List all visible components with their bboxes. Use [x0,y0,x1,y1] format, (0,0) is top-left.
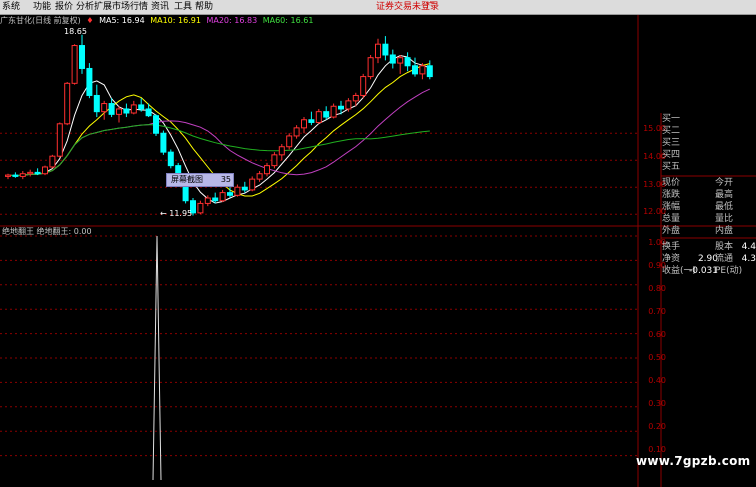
candle-body [301,119,307,129]
price-legend: 广东甘化(日线 前复权) ♦ MA5: 16.94 MA10: 16.91 MA… [0,15,316,27]
candle-body [219,192,226,202]
quote-row-outer: 外盘 内盘 [662,226,734,236]
candle-body [293,127,300,137]
menu-item-tools[interactable]: 工具 [174,1,192,13]
menu-item-function[interactable]: 功能 [33,1,51,13]
indicator-tick: 0.30 [648,399,666,408]
candle-body [71,45,78,84]
ma20-line [7,88,431,177]
candle-body [404,57,411,67]
candle-body [286,135,293,148]
candle-body [264,165,270,175]
candle-body [204,197,211,204]
candle-body [382,43,389,56]
indicator-tick: 0.70 [648,307,666,316]
indicator-tick: 0.50 [648,353,666,362]
candle-body [5,174,11,177]
indicator-tick: 0.60 [648,330,666,339]
candle-body [271,154,278,167]
indicator-title: 绝地翻王 绝地翻王: 0.00 [2,227,92,236]
watermark: www.7gpzb.com [636,454,751,468]
chart-grid [0,15,756,487]
candle-body [308,119,315,123]
candle-body [160,132,167,153]
candle-body [34,171,41,175]
candle-body [27,171,34,175]
candle-body [153,115,159,134]
candle-body [64,82,71,125]
candle-body [323,111,330,118]
candle-body [389,54,396,64]
chart-title: 广东甘化(日线 前复权) [0,16,81,25]
candle-body [278,146,285,156]
candle-body [212,197,219,202]
candle-body [123,108,130,114]
bid-row-5[interactable]: 买五 [661,161,756,174]
candle-body [138,104,145,110]
candle-body [249,178,256,191]
candle-body [360,76,367,96]
low-price-label: ← 11.95 [160,209,193,218]
menu-item-analysis[interactable]: 分析 [76,1,94,13]
candle-body [19,173,26,177]
candle-body [330,105,337,118]
ma5-label: MA5: 16.94 [99,16,145,25]
candle-body [338,105,344,110]
menu-item-system[interactable]: 系统 [2,1,20,13]
candle-body [56,123,63,157]
candle-body [130,104,137,114]
candle-body [12,174,19,177]
menu-item-help[interactable]: 帮助 [195,1,213,13]
tooltip-label: 屏幕截图 [171,175,203,184]
ma10-label: MA10: 16.91 [150,16,201,25]
candle-body [197,202,204,214]
high-price-label: 18.65 [64,27,87,36]
candle-body [241,186,248,191]
candle-body [227,192,233,196]
candle-body [419,65,426,75]
indicator-tick: 0.80 [648,284,666,293]
candle-body [167,151,174,167]
menu-bar: 系统 功能 报价 分析 扩展市场行情 资讯 工具 帮助 证券交易未登录 广 [0,0,756,15]
candle-body [315,111,322,123]
candle-body [397,57,404,64]
candle-body [42,166,48,175]
indicator-tick: 0.10 [648,445,666,454]
candle-body [352,94,359,102]
menu-item-extended-market[interactable]: 扩展市场行情 [94,1,148,13]
candle-body [93,94,100,113]
ma60-line [7,124,430,177]
stat-row-earnings: 收益(一) -0.031 PE(动) [662,266,743,276]
ma60-label: MA60: 16.61 [262,16,314,25]
ma20-label: MA20: 16.83 [206,16,258,25]
candle-body [367,57,374,78]
candle-body [86,67,93,96]
candle-body [234,186,241,196]
candle-body [426,65,433,78]
menu-corner-text: 广 [426,2,436,12]
menu-item-quote[interactable]: 报价 [55,1,73,13]
candle-body [116,108,122,115]
menu-item-news[interactable]: 资讯 [151,1,169,13]
indicator-tick: 0.20 [648,422,666,431]
candle-body [108,103,115,115]
tooltip-value: 35 [220,175,231,184]
candle-body [256,173,263,180]
candle-body [375,43,381,59]
candle-body [412,65,418,75]
candles [5,34,433,216]
screenshot-tooltip[interactable]: 屏幕截图 35 [166,173,234,187]
candle-body [49,155,56,168]
candle-body [101,103,108,113]
candle-body [345,100,352,110]
candle-body [145,108,152,117]
indicator-tick: 0.40 [648,376,666,385]
pin-icon: ♦ [86,16,94,25]
candle-body [79,45,85,69]
